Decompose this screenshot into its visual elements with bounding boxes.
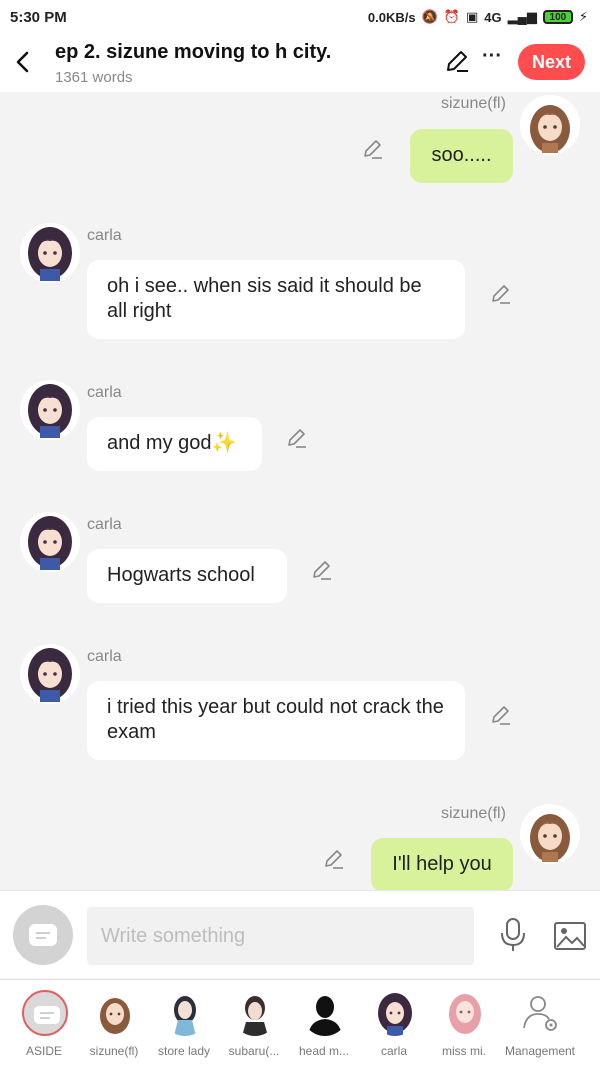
message-bubble[interactable]: i tried this year but could not crack th… bbox=[87, 681, 465, 760]
speaker-name: sizune(fl) bbox=[441, 805, 506, 822]
character-aside[interactable]: ASIDE bbox=[11, 988, 77, 1066]
speaker-name: sizune(fl) bbox=[441, 95, 506, 112]
message-bubble[interactable]: and my god✨ bbox=[87, 417, 262, 471]
character-miss-mi[interactable]: miss mi. bbox=[431, 988, 497, 1066]
microphone-icon[interactable] bbox=[498, 917, 528, 953]
more-options-icon[interactable]: ··· bbox=[480, 46, 504, 72]
speaker-name: carla bbox=[87, 384, 122, 401]
status-time: 5:30 PM bbox=[10, 8, 67, 26]
message-bubble[interactable]: soo..... bbox=[410, 129, 513, 183]
signal-icon: ▂▄▆ bbox=[507, 9, 537, 24]
edit-message-icon[interactable] bbox=[490, 704, 512, 726]
avatar-sizune[interactable] bbox=[520, 804, 580, 864]
avatar-carla[interactable] bbox=[20, 380, 80, 440]
back-icon[interactable] bbox=[10, 48, 34, 76]
edit-message-icon[interactable] bbox=[490, 283, 512, 305]
avatar bbox=[92, 990, 138, 1036]
avatar bbox=[442, 990, 488, 1036]
net-speed: 0.0KB/s bbox=[367, 9, 416, 25]
character-store-lady[interactable]: store lady bbox=[151, 988, 217, 1066]
character-selector: ASIDE sizune(fl) store lady subaru(... h… bbox=[0, 979, 600, 1067]
avatar-carla[interactable] bbox=[20, 644, 80, 704]
header: ep 2. sizune moving to h city. 1361 word… bbox=[0, 34, 600, 92]
status-icons: 0.0KB/s 🔕 ⏰ ▣ 4G ▂▄▆ 100 ⚡ bbox=[368, 9, 588, 25]
message-bubble[interactable]: I'll help you bbox=[371, 838, 513, 890]
battery-icon: 100 bbox=[542, 10, 573, 24]
chat-area[interactable]: sizune(fl) soo..... carla oh i see.. whe… bbox=[0, 92, 600, 890]
speaker-name: carla bbox=[87, 648, 122, 665]
avatar bbox=[302, 990, 348, 1036]
page-title: ep 2. sizune moving to h city. bbox=[55, 41, 332, 63]
manage-user-icon bbox=[518, 990, 564, 1036]
avatar bbox=[162, 990, 208, 1036]
character-management[interactable]: Management bbox=[505, 988, 575, 1066]
message-bubble[interactable]: oh i see.. when sis said it should be al… bbox=[87, 260, 465, 339]
avatar bbox=[232, 990, 278, 1036]
aside-toggle-button[interactable] bbox=[13, 905, 73, 965]
edit-message-icon[interactable] bbox=[311, 559, 333, 581]
composer-bar bbox=[0, 890, 600, 978]
character-subaru[interactable]: subaru(... bbox=[221, 988, 287, 1066]
charging-icon: ⚡ bbox=[578, 9, 588, 24]
edit-message-icon[interactable] bbox=[323, 848, 345, 870]
alarm-icon: ⏰ bbox=[443, 9, 460, 24]
word-count: 1361 words bbox=[55, 69, 133, 86]
avatar-carla[interactable] bbox=[20, 223, 80, 283]
mute-bell-icon: 🔕 bbox=[421, 9, 438, 24]
network-type: 4G bbox=[484, 9, 502, 25]
message-input[interactable] bbox=[87, 907, 474, 965]
edit-message-icon[interactable] bbox=[286, 427, 308, 449]
speaker-name: carla bbox=[87, 227, 122, 244]
edit-message-icon[interactable] bbox=[362, 138, 384, 160]
avatar-carla[interactable] bbox=[20, 512, 80, 572]
next-button[interactable]: Next bbox=[518, 44, 585, 80]
aside-icon bbox=[22, 990, 68, 1036]
image-icon[interactable] bbox=[553, 921, 587, 951]
volte-icon: ▣ bbox=[466, 9, 479, 24]
character-head-m[interactable]: head m... bbox=[291, 988, 357, 1066]
character-carla[interactable]: carla bbox=[361, 988, 427, 1066]
message-bubble[interactable]: Hogwarts school bbox=[87, 549, 287, 603]
speaker-name: carla bbox=[87, 516, 122, 533]
avatar-sizune[interactable] bbox=[520, 95, 580, 155]
status-bar: 5:30 PM 0.0KB/s 🔕 ⏰ ▣ 4G ▂▄▆ 100 ⚡ bbox=[0, 0, 600, 34]
avatar bbox=[372, 990, 418, 1036]
edit-title-icon[interactable] bbox=[444, 48, 470, 74]
character-sizune[interactable]: sizune(fl) bbox=[81, 988, 147, 1066]
